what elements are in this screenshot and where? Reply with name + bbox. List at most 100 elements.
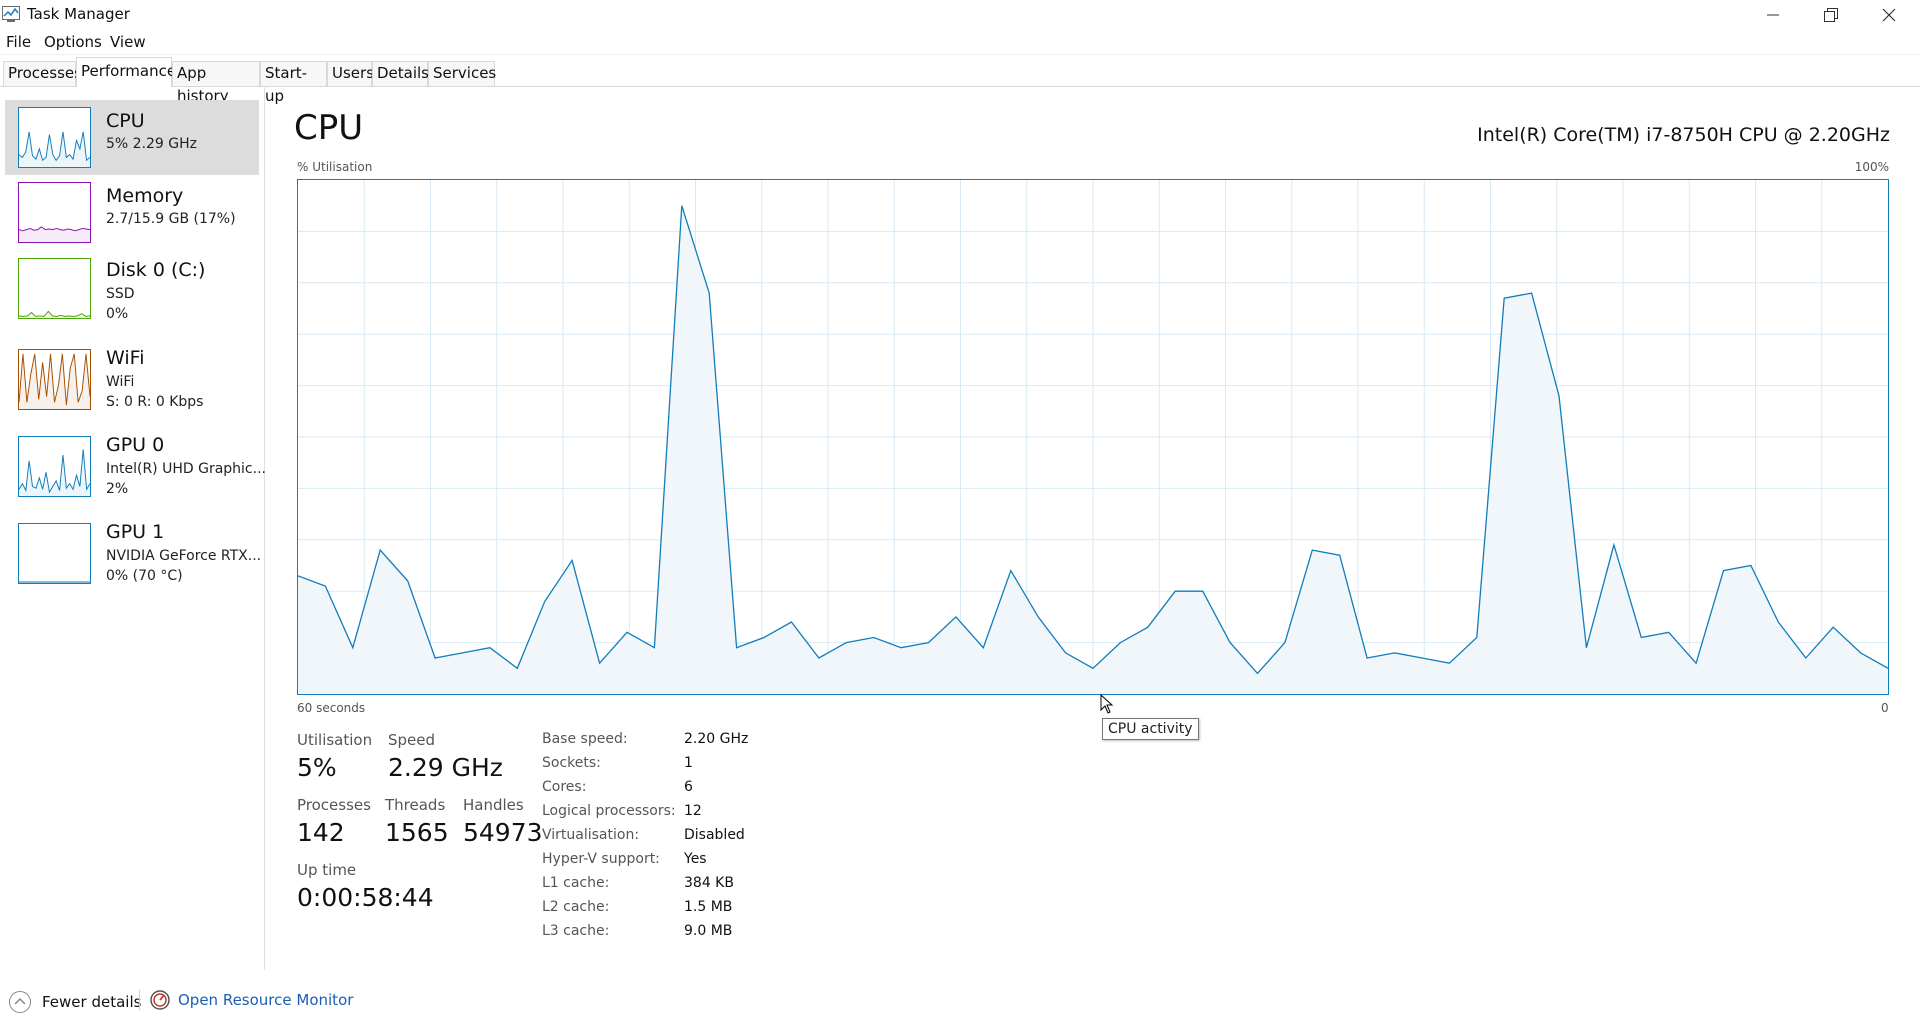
speed-value: 2.29 GHz (388, 753, 503, 782)
graph-y-max-label: 100% (1854, 160, 1889, 174)
utilisation-value: 5% (297, 753, 337, 782)
sidebar-item-wifi[interactable]: WiFi WiFi S: 0 R: 0 Kbps (5, 337, 259, 424)
tab-app-history[interactable]: App history (172, 61, 260, 105)
spec-label: L3 cache: (542, 923, 610, 939)
gpu0-sparkline-fill (19, 449, 90, 496)
utilisation-label: Utilisation (297, 731, 373, 749)
task-manager-icon (2, 6, 20, 22)
sidebar-item-detail: 2.7/15.9 GB (17%) (106, 211, 236, 227)
close-icon (1882, 8, 1896, 22)
footer: Fewer details Open Resource Monitor (0, 970, 1920, 1030)
tooltip: CPU activity (1102, 718, 1199, 740)
cpu-graph-svg (298, 180, 1888, 694)
tab-services[interactable]: Services (428, 61, 496, 86)
page-title: CPU (294, 108, 364, 148)
spec-value: Disabled (684, 827, 745, 843)
tab-processes[interactable]: Processes (3, 61, 82, 86)
gpu1-thumbnail-graph (18, 523, 91, 584)
spec-label: Cores: (542, 779, 587, 795)
handles-label: Handles (463, 796, 524, 814)
tab-start-up[interactable]: Start-up (260, 61, 327, 105)
fewer-details-label: Fewer details (42, 993, 142, 1011)
threads-label: Threads (385, 796, 446, 814)
sidebar-item-detail-2: S: 0 R: 0 Kbps (106, 394, 204, 410)
sidebar-item-label: GPU 1 (106, 521, 165, 543)
tab-performance[interactable]: Performance (76, 57, 176, 87)
spec-label: L1 cache: (542, 875, 610, 891)
menu-file[interactable]: File (6, 33, 31, 51)
uptime-value: 0:00:58:44 (297, 883, 434, 912)
spec-value: Yes (684, 851, 707, 867)
gpu0-thumbnail-graph (18, 436, 91, 497)
sidebar-item-detail-2: 0% (106, 306, 129, 322)
spec-label: Base speed: (542, 731, 628, 747)
open-resource-monitor-link[interactable]: Open Resource Monitor (150, 990, 353, 1010)
spec-value: 1.5 MB (684, 899, 733, 915)
spec-label: Sockets: (542, 755, 601, 771)
sidebar-item-detail: SSD (106, 286, 135, 302)
sidebar-item-label: GPU 0 (106, 434, 165, 456)
spec-label: Hyper-V support: (542, 851, 660, 867)
sidebar-item-detail-2: 2% (106, 481, 129, 497)
wifi-thumbnail-graph (18, 349, 91, 410)
spec-value: 1 (684, 755, 693, 771)
spec-value: 12 (684, 803, 702, 819)
uptime-label: Up time (297, 861, 357, 879)
spec-value: 2.20 GHz (684, 731, 749, 747)
title-bar: Task Manager (0, 0, 1920, 30)
sidebar-item-label: Disk 0 (C:) (106, 259, 206, 281)
spec-value: 6 (684, 779, 693, 795)
sidebar-item-cpu[interactable]: CPU 5% 2.29 GHz (5, 100, 259, 175)
chevron-up-circle-icon (9, 991, 31, 1013)
graph-x-label: 60 seconds (297, 701, 366, 715)
mouse-cursor-icon (1100, 693, 1114, 718)
sidebar-item-memory[interactable]: Memory 2.7/15.9 GB (17%) (5, 175, 259, 250)
menu-bar: File Options View (0, 30, 1920, 55)
spec-label: Virtualisation: (542, 827, 640, 843)
sidebar-item-label: CPU (106, 110, 145, 132)
threads-value: 1565 (385, 818, 449, 847)
fewer-details-button[interactable]: Fewer details (8, 990, 141, 1014)
footer-divider (139, 990, 140, 1010)
cpu-model-name: Intel(R) Core(TM) i7-8750H CPU @ 2.20GHz (1477, 124, 1890, 146)
handles-value: 54973 (463, 818, 543, 847)
spec-value: 384 KB (684, 875, 734, 891)
sidebar-item-detail: NVIDIA GeForce RTX... (106, 548, 262, 564)
processes-label: Processes (297, 796, 371, 814)
processes-value: 142 (297, 818, 345, 847)
restore-icon (1824, 8, 1838, 22)
restore-button[interactable] (1802, 0, 1860, 30)
cpu-utilisation-graph[interactable] (297, 179, 1889, 695)
sidebar-item-detail: 5% 2.29 GHz (106, 136, 198, 152)
tab-users[interactable]: Users (327, 61, 374, 86)
speed-label: Speed (388, 731, 436, 749)
graph-grid (298, 180, 1888, 694)
spec-value: 9.0 MB (684, 923, 733, 939)
sidebar-item-disk-0[interactable]: Disk 0 (C:) SSD 0% (5, 250, 259, 337)
memory-thumbnail-graph (18, 182, 91, 243)
minimize-button[interactable] (1744, 0, 1802, 30)
spec-label: L2 cache: (542, 899, 610, 915)
window-title: Task Manager (27, 5, 130, 23)
close-button[interactable] (1860, 0, 1918, 30)
sidebar-item-detail: Intel(R) UHD Graphic... (106, 461, 266, 477)
resource-monitor-icon (150, 990, 170, 1010)
menu-view[interactable]: View (110, 33, 146, 51)
performance-sidebar: CPU 5% 2.29 GHz Memory 2.7/15.9 GB (17%)… (0, 86, 266, 970)
sidebar-item-gpu-0[interactable]: GPU 0 Intel(R) UHD Graphic... 2% (5, 424, 266, 511)
open-resource-monitor-label: Open Resource Monitor (178, 991, 354, 1009)
graph-x-end-label: 0 (1881, 701, 1889, 715)
minimize-icon (1767, 14, 1779, 16)
sidebar-item-gpu-1[interactable]: GPU 1 NVIDIA GeForce RTX... 0% (70 °C) (5, 511, 262, 598)
sidebar-item-label: WiFi (106, 347, 145, 369)
sidebar-item-detail: WiFi (106, 374, 135, 390)
disk-thumbnail-graph (18, 258, 91, 319)
menu-options[interactable]: Options (44, 33, 102, 51)
sidebar-item-detail-2: 0% (70 °C) (106, 568, 183, 584)
cpu-thumbnail-graph (18, 107, 91, 168)
spec-label: Logical processors: (542, 803, 676, 819)
tab-bar: Processes Performance App history Start-… (0, 56, 1920, 105)
sidebar-item-label: Memory (106, 185, 184, 207)
graph-y-label: % Utilisation (297, 160, 373, 174)
tab-details[interactable]: Details (372, 61, 429, 86)
